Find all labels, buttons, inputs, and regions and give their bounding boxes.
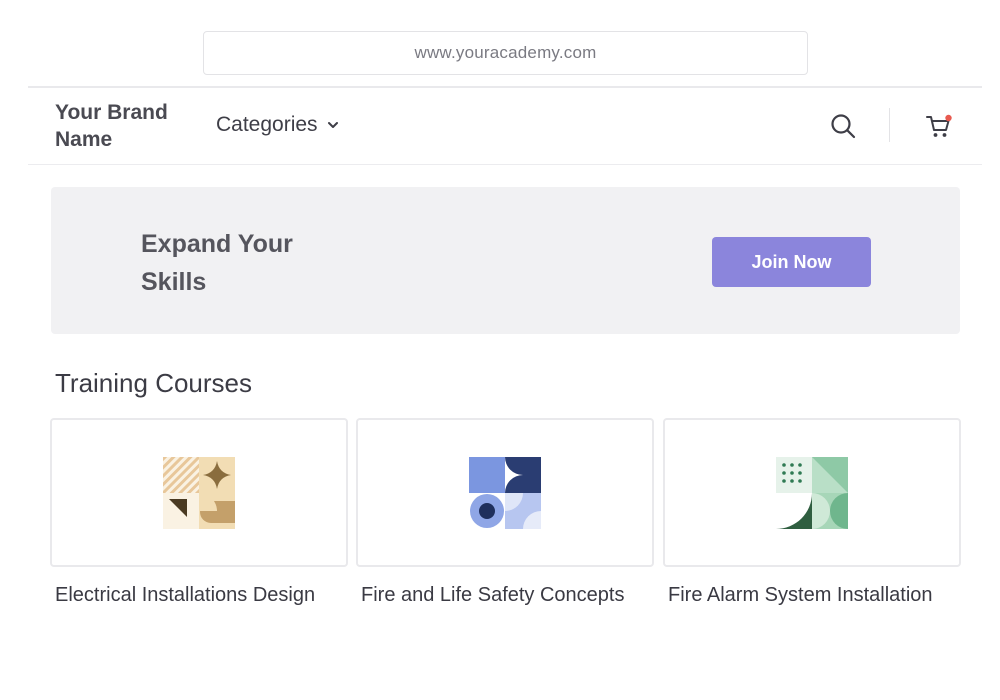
course-card-fire-safety[interactable]: Fire and Life Safety Concepts <box>356 418 654 610</box>
categories-dropdown[interactable]: Categories <box>216 113 340 137</box>
search-icon[interactable] <box>829 112 857 140</box>
categories-label: Categories <box>216 113 318 136</box>
hero-banner: Expand Your Skills Join Now <box>51 187 960 334</box>
cart-icon[interactable] <box>924 111 954 141</box>
join-now-button[interactable]: Join Now <box>712 237 871 287</box>
url-bar[interactable]: www.youracademy.com <box>203 31 808 75</box>
course-title[interactable]: Electrical Installations Design <box>55 580 335 610</box>
course-thumbnail[interactable] <box>356 418 654 567</box>
cart-badge <box>945 114 952 122</box>
course-thumbnail[interactable] <box>50 418 348 567</box>
green-geometric-pattern-icon <box>776 456 848 529</box>
brand-name[interactable]: Your Brand Name <box>55 99 195 153</box>
nav-divider <box>28 164 982 165</box>
browser-divider <box>28 86 982 88</box>
nav-separator <box>889 108 890 142</box>
course-title[interactable]: Fire and Life Safety Concepts <box>361 580 641 610</box>
course-card-fire-alarm[interactable]: Fire Alarm System Installation <box>663 418 961 610</box>
section-title: Training Courses <box>55 368 253 398</box>
course-card-electrical[interactable]: Electrical Installations Design <box>50 418 348 610</box>
hero-title: Expand Your Skills <box>141 230 293 296</box>
blue-geometric-pattern-icon <box>469 456 541 529</box>
course-title[interactable]: Fire Alarm System Installation <box>668 580 948 610</box>
tan-geometric-pattern-icon <box>163 456 235 529</box>
chevron-down-icon <box>327 122 338 128</box>
course-thumbnail[interactable] <box>663 418 961 567</box>
